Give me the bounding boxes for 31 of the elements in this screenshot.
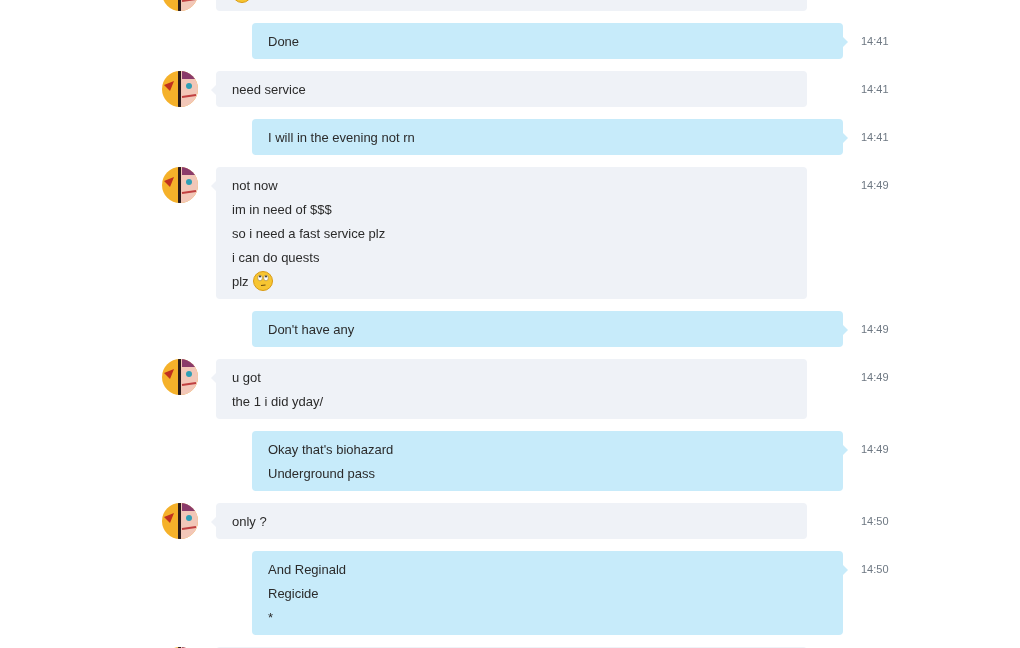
message-time: 14:41 [861, 83, 889, 95]
message-text: only ? [232, 513, 267, 529]
message-text: u got [232, 369, 261, 385]
message-text: Don't have any [268, 321, 355, 337]
message-text: the 1 i did yday/ [232, 393, 324, 409]
message-time: 14:41 [861, 131, 889, 143]
avatar-icon [162, 359, 198, 395]
message-text: And Reginald [268, 561, 347, 577]
message-time: 14:50 [861, 563, 889, 575]
message-text: i can do quests [232, 249, 320, 265]
avatar-icon [162, 503, 198, 539]
avatar-icon [162, 167, 198, 203]
eye-roll-emoji-icon [252, 271, 273, 291]
message-text: not now [232, 177, 278, 193]
message-text: need service [232, 81, 306, 97]
message-time: 14:49 [861, 443, 889, 455]
message-text: Regicide [268, 585, 319, 601]
message-time: 14:49 [861, 323, 889, 335]
message-time: 14:49 [861, 371, 889, 383]
message-time: 14:49 [861, 179, 889, 191]
message-time: 14:50 [861, 515, 889, 527]
message-text: plz [232, 273, 249, 289]
message-text: Done [268, 33, 300, 49]
message-time: 14:41 [861, 35, 889, 47]
message-text: Underground pass [268, 465, 375, 481]
message-text: im in need of $$$ [232, 201, 332, 217]
message-text: Okay that's biohazard [268, 441, 394, 457]
message-text: * [268, 609, 274, 625]
message-text: so i need a fast service plz [232, 225, 386, 241]
avatar-icon [162, 71, 198, 107]
message-text: I will in the evening not rn [268, 129, 415, 145]
